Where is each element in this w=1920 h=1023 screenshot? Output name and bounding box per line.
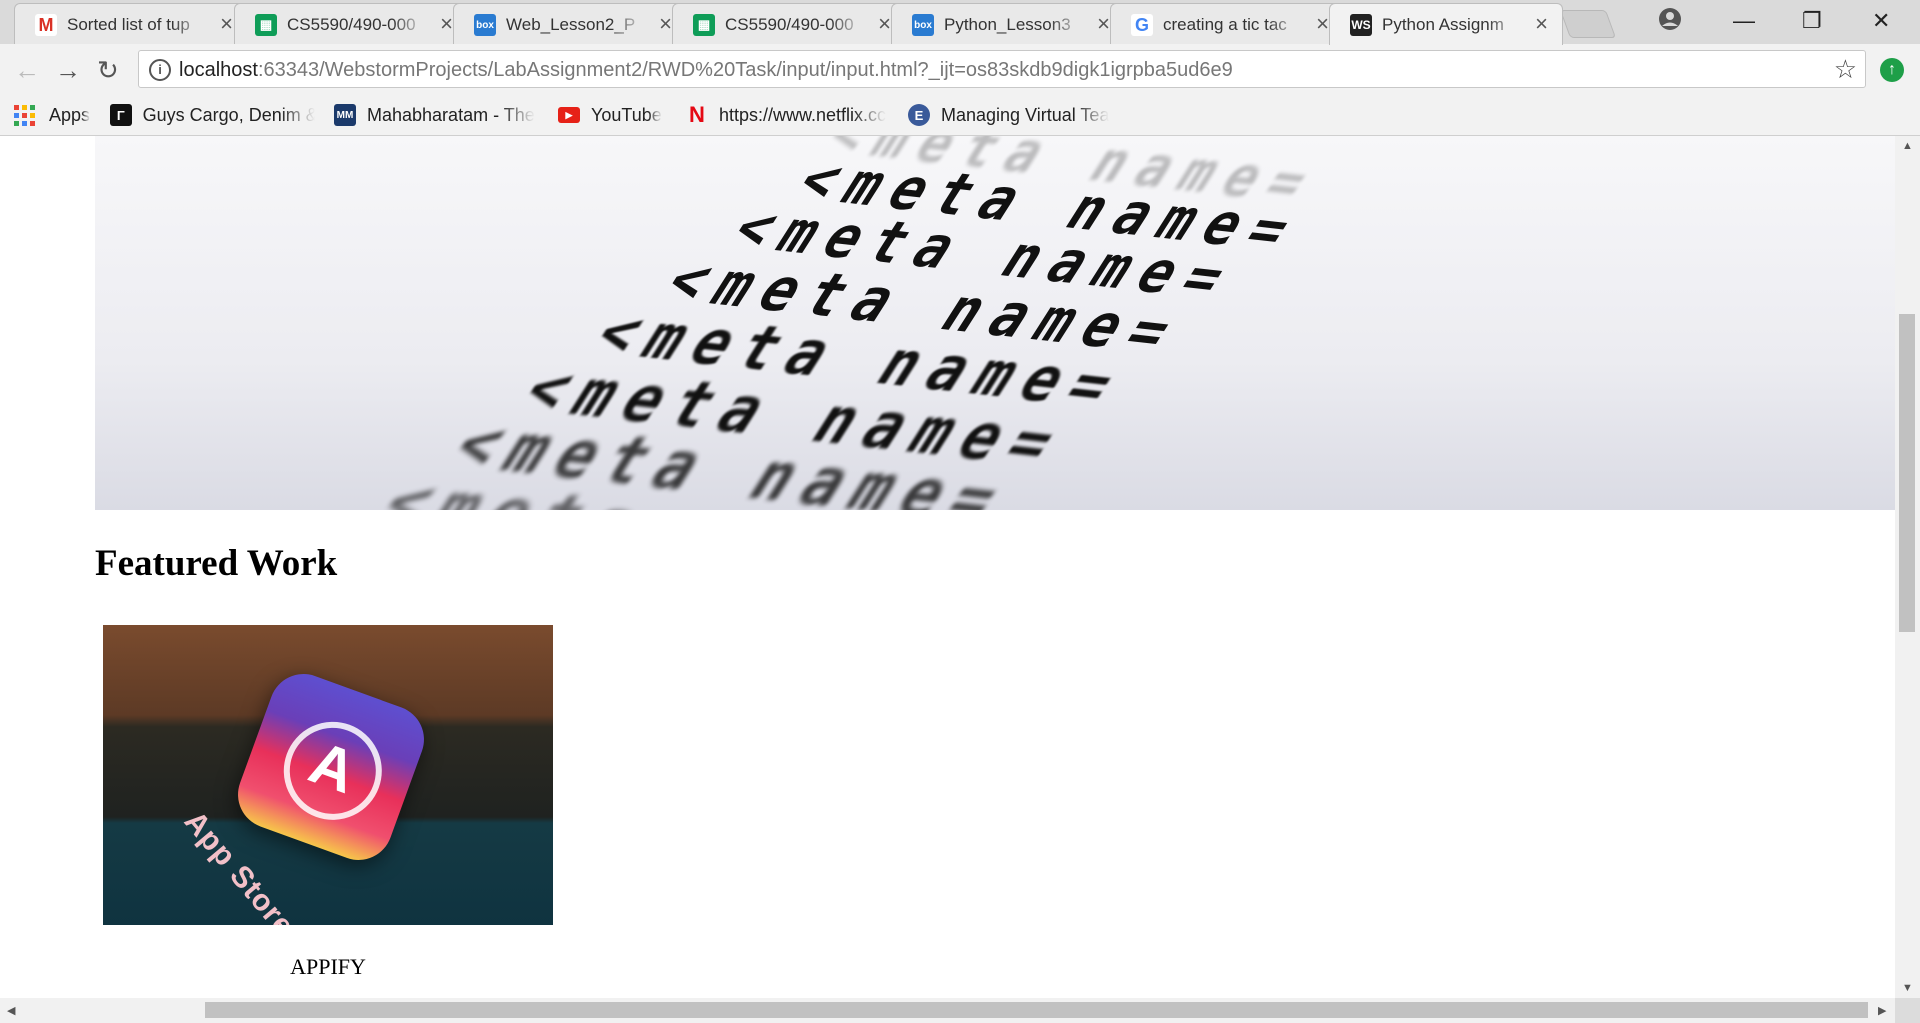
tab-title: CS5590/490-000	[725, 15, 854, 34]
vertical-scrollbar[interactable]: ▲ ▼	[1895, 136, 1920, 998]
browser-tab[interactable]: ▦ CS5590/490-000 ×	[672, 3, 906, 44]
box-icon: box	[912, 14, 934, 36]
scroll-right-icon[interactable]: ▶	[1878, 1004, 1886, 1017]
featured-work-heading: Featured Work	[95, 543, 338, 584]
browser-tab[interactable]: box Web_Lesson2_P ×	[453, 3, 687, 44]
horizontal-scrollbar[interactable]: ◀ ▶	[0, 998, 1895, 1023]
bookmarks-bar: Apps Γ Guys Cargo, Denim & MM Mahabharat…	[0, 96, 1920, 136]
new-tab-button[interactable]	[1559, 10, 1617, 38]
address-bar[interactable]: i localhost:63343/WebstormProjects/LabAs…	[138, 50, 1866, 88]
browser-tab-active[interactable]: WS Python Assignm ×	[1329, 3, 1563, 45]
tab-close-icon[interactable]: ×	[440, 13, 453, 35]
mahabharatam-icon: MM	[334, 104, 356, 126]
hero-image: <meta name= <meta name= <meta name= <met…	[95, 136, 1895, 510]
tab-strip: M Sorted list of tup × ▦ CS5590/490-000 …	[0, 0, 1920, 45]
browser-toolbar: ← → ↻ i localhost:63343/WebstormProjects…	[0, 44, 1920, 96]
webstorm-icon: WS	[1350, 14, 1372, 36]
browser-tab[interactable]: M Sorted list of tup ×	[14, 3, 248, 44]
tab-title: CS5590/490-000	[287, 15, 416, 34]
bookmark-mahabharatam[interactable]: MM Mahabharatam - The	[334, 102, 539, 128]
bookmark-youtube[interactable]: ▶ YouTube	[558, 102, 662, 128]
app-store-tile-icon: A	[228, 664, 434, 870]
bookmark-label: Mahabharatam - The	[367, 104, 535, 125]
bookmark-star-icon[interactable]: ☆	[1834, 55, 1857, 83]
browser-tab[interactable]: box Python_Lesson3 ×	[891, 3, 1125, 44]
restore-icon[interactable]: ❐	[1802, 8, 1822, 34]
sheets-icon: ▦	[255, 14, 277, 36]
bookmark-managing-virtual-teams[interactable]: E Managing Virtual Tea	[908, 102, 1118, 128]
bookmark-label: Guys Cargo, Denim &	[142, 104, 315, 125]
tab-close-icon[interactable]: ×	[1535, 13, 1548, 35]
guys-cargo-icon: Γ	[110, 104, 132, 126]
minimize-icon[interactable]: —	[1733, 8, 1755, 34]
tab-title: Python Assignm	[1382, 15, 1504, 34]
url-path: :63343/WebstormProjects/LabAssignment2/R…	[257, 59, 1233, 81]
tab-title: creating a tic tac	[1163, 15, 1287, 34]
tab-close-icon[interactable]: ×	[878, 13, 891, 35]
url-host: localhost	[179, 59, 258, 81]
tab-title: Web_Lesson2_P	[506, 15, 636, 34]
netflix-icon: N	[689, 102, 705, 127]
update-available-icon[interactable]: ↑	[1880, 58, 1904, 82]
tab-close-icon[interactable]: ×	[659, 13, 672, 35]
scroll-down-icon[interactable]: ▼	[1902, 982, 1913, 994]
bookmark-label: Apps	[49, 104, 91, 125]
bookmark-label: https://www.netflix.cc	[719, 104, 887, 125]
sheets-icon: ▦	[693, 14, 715, 36]
tab-close-icon[interactable]: ×	[1097, 13, 1110, 35]
forward-icon[interactable]: →	[55, 56, 81, 84]
tab-close-icon[interactable]: ×	[220, 13, 233, 35]
tab-close-icon[interactable]: ×	[1316, 13, 1329, 35]
back-icon[interactable]: ←	[14, 56, 40, 84]
browser-tab[interactable]: G creating a tic tac ×	[1110, 3, 1344, 44]
url-text[interactable]: localhost:63343/WebstormProjects/LabAssi…	[179, 58, 1233, 82]
youtube-icon: ▶	[558, 107, 580, 123]
edx-icon: E	[908, 104, 930, 126]
appify-image[interactable]: A App Store	[103, 625, 553, 925]
scrollbar-corner	[1895, 998, 1920, 1023]
bookmark-label: Managing Virtual Tea	[941, 104, 1110, 125]
apps-grid-icon	[14, 104, 35, 126]
gmail-icon: M	[35, 14, 57, 36]
bookmark-guys-cargo[interactable]: Γ Guys Cargo, Denim &	[110, 102, 315, 128]
site-info-icon[interactable]: i	[149, 59, 171, 81]
scroll-up-icon[interactable]: ▲	[1902, 140, 1913, 152]
app-store-glyph-icon: A	[301, 728, 365, 807]
tab-title: Sorted list of tup	[67, 15, 190, 34]
tab-title: Python_Lesson3	[944, 15, 1071, 34]
page-viewport: <meta name= <meta name= <meta name= <met…	[0, 136, 1895, 998]
profile-icon[interactable]	[1658, 7, 1682, 31]
bookmark-netflix[interactable]: N https://www.netflix.cc	[686, 102, 891, 128]
bookmark-label: YouTube	[591, 104, 662, 125]
browser-tab[interactable]: ▦ CS5590/490-000 ×	[234, 3, 468, 44]
card-caption: APPIFY	[290, 954, 366, 979]
vertical-scroll-thumb[interactable]	[1899, 314, 1915, 632]
reload-icon[interactable]: ↻	[97, 56, 119, 84]
box-icon: box	[474, 14, 496, 36]
google-icon: G	[1131, 14, 1153, 36]
bookmark-apps[interactable]: Apps	[14, 102, 90, 128]
window-close-icon[interactable]: ✕	[1872, 8, 1890, 34]
scroll-left-icon[interactable]: ◀	[7, 1004, 15, 1017]
horizontal-scroll-thumb[interactable]	[205, 1002, 1868, 1018]
